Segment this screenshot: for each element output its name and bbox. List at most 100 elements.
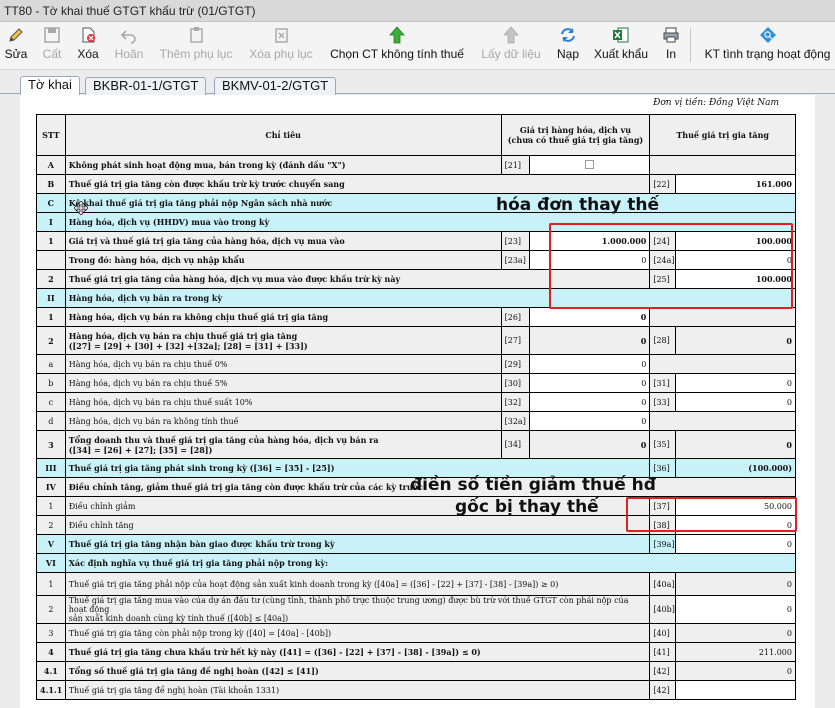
select-ct-button[interactable]: Chọn CT không tính thuế bbox=[328, 22, 466, 68]
row-vi2-value-vat[interactable]: 0 bbox=[674, 595, 797, 624]
header-vat: Thuế giá trị gia tăng bbox=[649, 114, 796, 156]
tab-bkbr[interactable]: BKBR-01-1/GTGT bbox=[85, 77, 207, 95]
reload-label: Nạp bbox=[556, 47, 579, 61]
annotation-box-purchase bbox=[549, 223, 793, 309]
row-iid-value-goods[interactable]: 0 bbox=[529, 411, 651, 431]
row-vi4-value-vat: 211.000 bbox=[674, 642, 797, 662]
row-iic-code-vat: [33] bbox=[649, 392, 676, 412]
select-ct-label: Chọn CT không tính thuế bbox=[330, 47, 464, 61]
undo-icon bbox=[120, 30, 136, 44]
row-vi411-label: Thuế giá trị gia tăng đề nghị hoàn (Tài … bbox=[64, 680, 651, 700]
row-a-empty-code bbox=[649, 155, 676, 175]
undo-button[interactable]: Hoãn bbox=[112, 22, 146, 68]
row-iic-code-goods: [32] bbox=[500, 392, 531, 412]
row-vi411-value-vat[interactable] bbox=[674, 680, 797, 700]
row-iic-value-vat[interactable]: 0 bbox=[674, 392, 797, 412]
row-ii2-code-vat: [28] bbox=[649, 326, 676, 355]
row-iib-stt: b bbox=[36, 373, 66, 393]
print-button[interactable]: In bbox=[660, 22, 682, 68]
tab-bkmv[interactable]: BKMV-01-2/GTGT bbox=[214, 77, 337, 95]
tab-to-khai[interactable]: Tờ khai bbox=[20, 76, 80, 95]
diamond-search-icon bbox=[759, 27, 776, 43]
row-v-stt: V bbox=[36, 534, 66, 554]
no-activity-checkbox[interactable] bbox=[585, 159, 595, 169]
delete-icon bbox=[82, 27, 95, 43]
row-iid-empty bbox=[649, 411, 796, 431]
row-vi-stt: VI bbox=[36, 553, 66, 573]
row-i1-stt: 1 bbox=[36, 231, 66, 251]
excel-icon bbox=[613, 27, 629, 43]
row-b-label: Thuế giá trị gia tăng còn được khấu trừ … bbox=[64, 174, 651, 194]
row-vi1-stt: 1 bbox=[36, 572, 66, 596]
row-ii1-value-goods[interactable]: 0 bbox=[529, 307, 651, 327]
add-appendix-button[interactable]: Thêm phụ lục bbox=[158, 22, 234, 68]
row-vi2-formula: sản xuất kinh doanh cùng kỳ tính thuế ([… bbox=[68, 614, 289, 623]
row-iid: d Hàng hóa, dịch vụ bán ra không tính th… bbox=[36, 411, 796, 431]
delete-button[interactable]: Xóa bbox=[74, 22, 102, 68]
row-iid-label: Hàng hóa, dịch vụ bán ra không tính thuế bbox=[64, 411, 502, 431]
row-a-label: Không phát sinh hoạt động mua, bán trong… bbox=[64, 155, 502, 175]
row-iv2-stt: 2 bbox=[36, 515, 66, 535]
row-i2-stt: 2 bbox=[36, 269, 66, 289]
row-vi2: 2 Thuế giá trị gia tăng mua vào của dự á… bbox=[36, 595, 797, 624]
currency-note: Đơn vị tiền: Đồng Việt Nam bbox=[653, 98, 779, 108]
row-iia-empty bbox=[649, 354, 796, 374]
row-ii3-value-vat: 0 bbox=[674, 430, 797, 459]
row-b-value[interactable]: 161.000 bbox=[674, 174, 797, 194]
annotation-fill-line2: gốc bị thay thế bbox=[455, 497, 599, 517]
delete-label: Xóa bbox=[77, 47, 99, 61]
move-cursor-icon bbox=[74, 201, 88, 215]
delete-appendix-button[interactable]: Xóa phụ lục bbox=[246, 22, 316, 68]
row-iia-code-goods: [29] bbox=[500, 354, 531, 374]
row-i1-label: Giá trị và thuế giá trị gia tăng của hàn… bbox=[64, 231, 502, 251]
row-vi4: 4 Thuế giá trị gia tăng chưa khấu trừ hế… bbox=[36, 642, 797, 662]
row-v-value-vat[interactable]: 0 bbox=[674, 534, 797, 554]
row-iia-value-goods[interactable]: 0 bbox=[529, 354, 651, 374]
row-b: B Thuế giá trị gia tăng còn được khấu tr… bbox=[36, 174, 797, 194]
export-button[interactable]: Xuất khẩu bbox=[592, 22, 650, 68]
row-i-stt: I bbox=[36, 212, 66, 232]
row-iia: a Hàng hóa, dịch vụ bán ra chịu thuế 0% … bbox=[36, 354, 796, 374]
row-c: C Kê khai thuế giá trị gia tăng phải nộp… bbox=[36, 193, 797, 213]
row-vi: VI Xác định nghĩa vụ thuế giá trị gia tă… bbox=[36, 553, 797, 573]
row-ii3-code-vat: [35] bbox=[649, 430, 676, 459]
row-ii2-formula: ([27] = [29] + [30] + [32] +[32a]; [28] … bbox=[68, 340, 308, 351]
row-ii2-code-goods: [27] bbox=[500, 326, 531, 355]
save-button[interactable]: Cất bbox=[38, 22, 66, 68]
row-iic: c Hàng hóa, dịch vụ bán ra chịu thuế suấ… bbox=[36, 392, 797, 412]
row-ii3-formula: ([34] = [26] + [27]; [35] = [28]) bbox=[68, 444, 213, 455]
arrow-up-gray-icon bbox=[503, 26, 519, 44]
row-v: V Thuế giá trị gia tăng nhận bàn giao đư… bbox=[36, 534, 797, 554]
header-goods-value: Giá trị hàng hóa, dịch vụ (chưa có thuế g… bbox=[500, 114, 651, 156]
row-vi41-code-vat: [42] bbox=[649, 661, 676, 681]
get-data-button[interactable]: Lấy dữ liệu bbox=[480, 22, 542, 68]
form-sheet: Đơn vị tiền: Đồng Việt Nam STT Chỉ tiêu … bbox=[20, 95, 815, 708]
edit-button[interactable]: Sửa bbox=[4, 22, 28, 68]
row-ii2-label: Hàng hóa, dịch vụ bán ra chịu thuế giá t… bbox=[68, 330, 298, 341]
row-iia-stt: a bbox=[36, 354, 66, 374]
row-vi2-label-cell: Thuế giá trị gia tăng mua vào của dự án … bbox=[64, 595, 651, 624]
row-iib-value-vat[interactable]: 0 bbox=[674, 373, 797, 393]
row-iic-value-goods[interactable]: 0 bbox=[529, 392, 651, 412]
window-title: TT80 - Tờ khai thuế GTGT khấu trừ (01/GT… bbox=[0, 0, 835, 22]
save-icon bbox=[44, 27, 60, 43]
row-b-code: [22] bbox=[649, 174, 676, 194]
row-vi411-stt: 4.1.1 bbox=[36, 680, 66, 700]
row-iib-value-goods[interactable]: 0 bbox=[529, 373, 651, 393]
row-a-stt: A bbox=[36, 155, 66, 175]
refresh-icon bbox=[561, 28, 575, 42]
reload-button[interactable]: Nạp bbox=[554, 22, 582, 68]
row-vi4-code-vat: [41] bbox=[649, 642, 676, 662]
row-vi41: 4.1 Tổng số thuế giá trị gia tăng đề ngh… bbox=[36, 661, 797, 681]
row-ii1-empty bbox=[649, 307, 796, 327]
row-vi3-stt: 3 bbox=[36, 623, 66, 643]
undo-label: Hoãn bbox=[114, 47, 144, 61]
check-status-button[interactable]: KT tình trạng hoạt động bbox=[700, 22, 835, 68]
row-vi3-label: Thuế giá trị gia tăng còn phải nộp trong… bbox=[64, 623, 651, 643]
row-a-code: [21] bbox=[500, 155, 531, 175]
row-iv-stt: IV bbox=[36, 477, 66, 497]
row-v-label: Thuế giá trị gia tăng nhận bàn giao được… bbox=[64, 534, 651, 554]
print-label: In bbox=[665, 47, 676, 61]
toolbar-separator bbox=[690, 28, 691, 62]
arrow-up-green-icon bbox=[389, 26, 405, 44]
